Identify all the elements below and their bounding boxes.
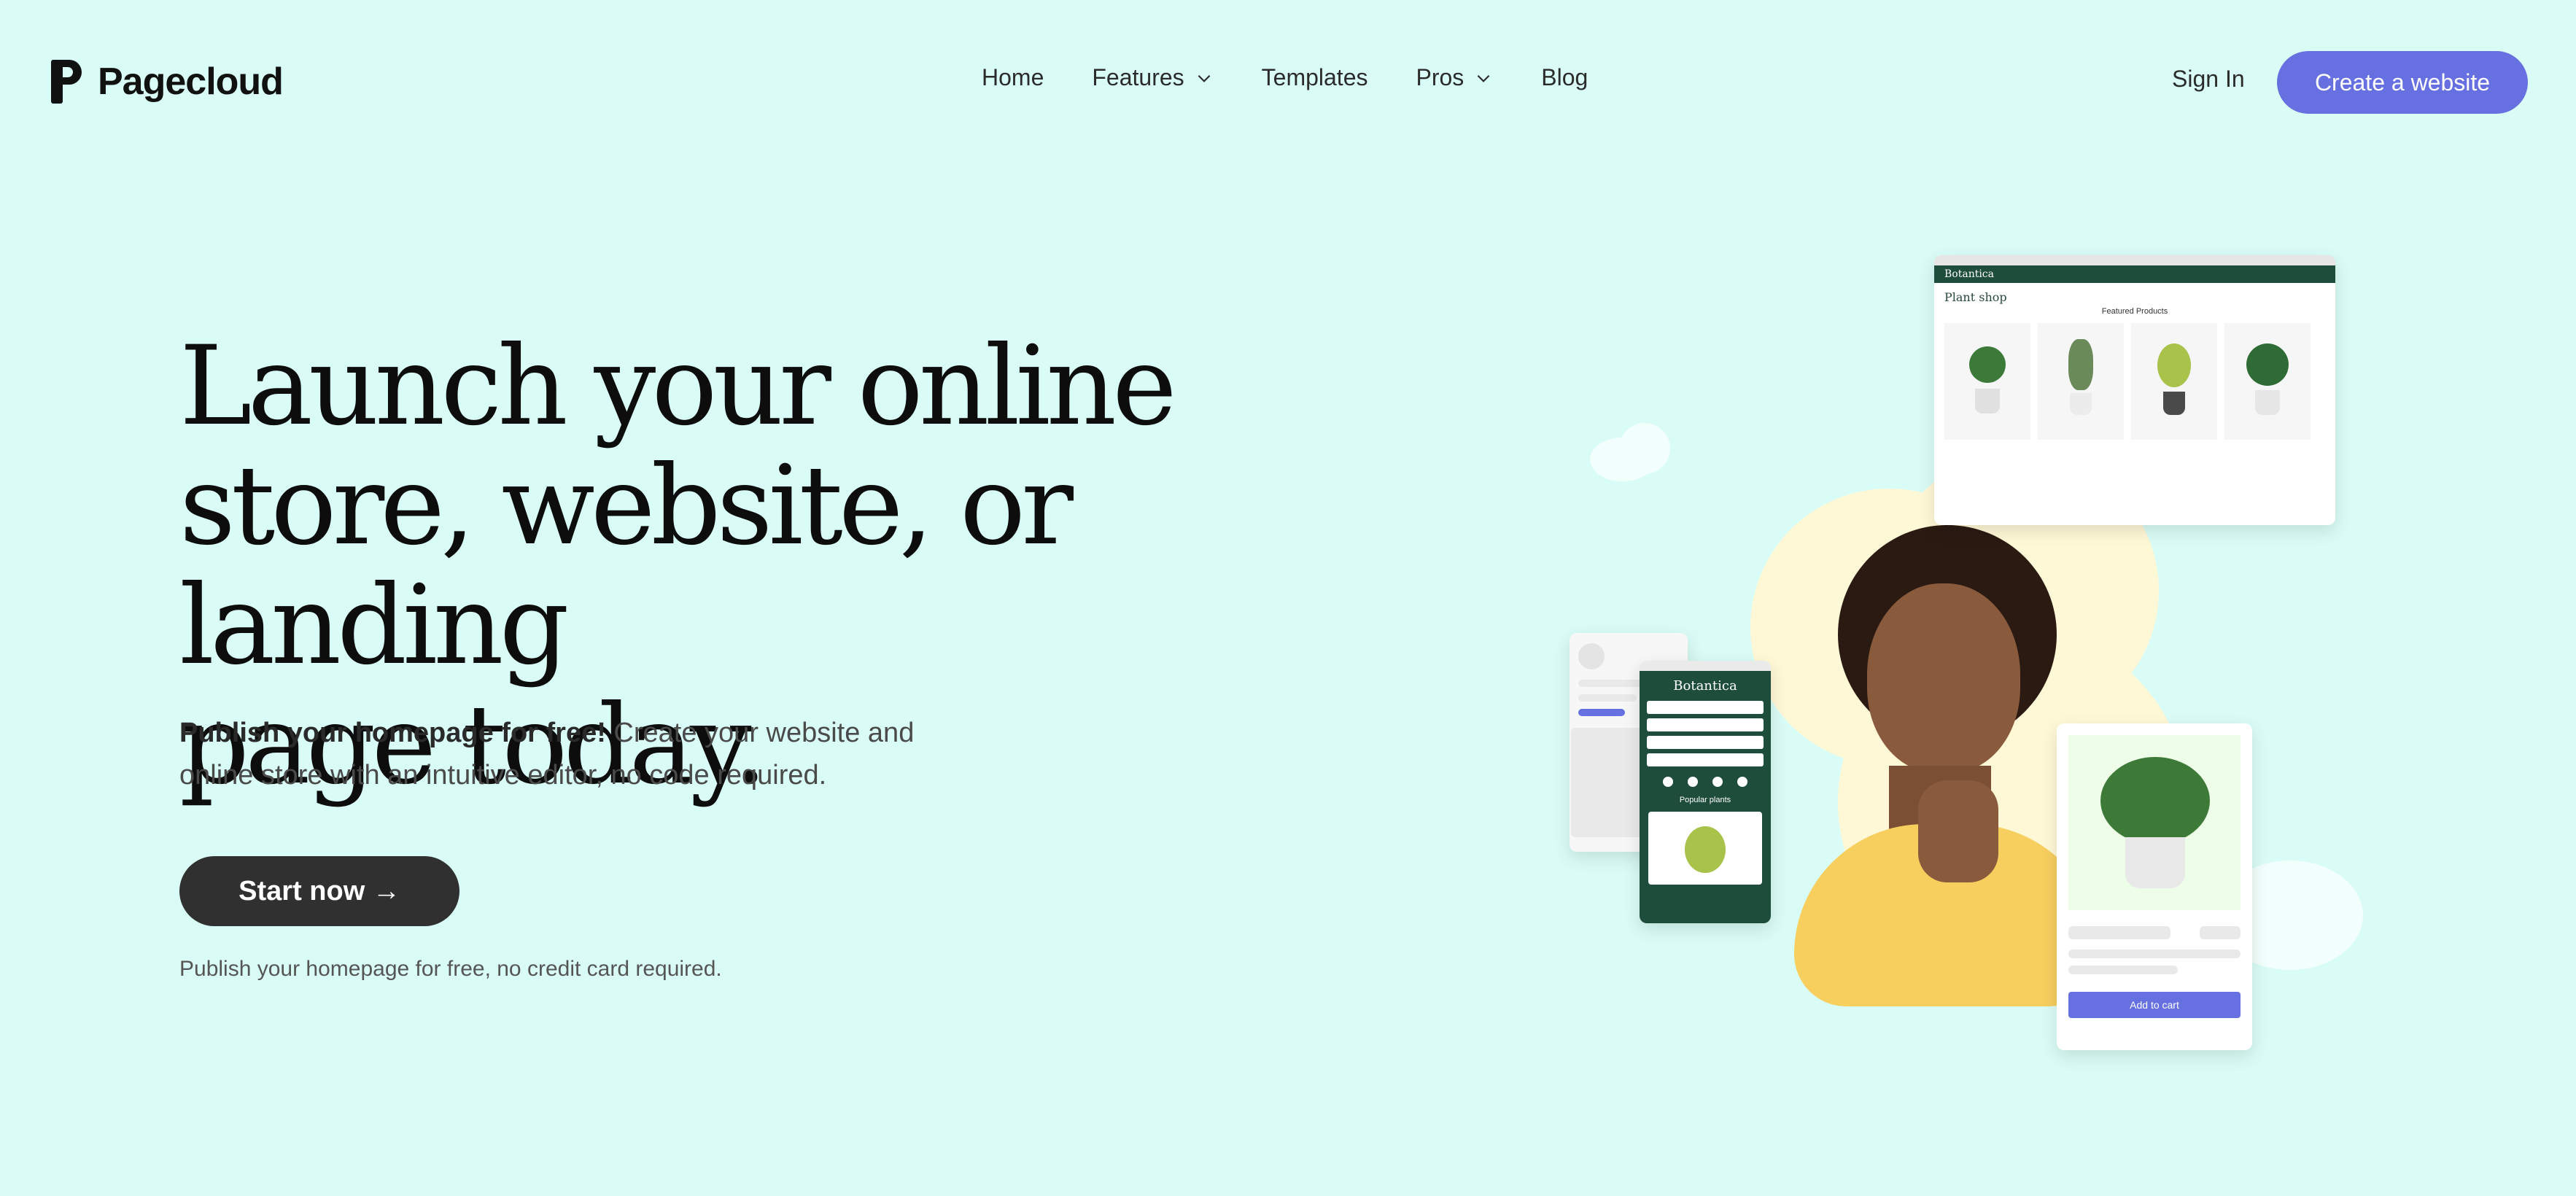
hero-subtitle-bold: Publish your homepage for free! (179, 718, 606, 748)
mobile-brand: Botantica (1673, 678, 1737, 694)
desktop-title: Plant shop (1944, 290, 2007, 304)
product-thumb (1944, 323, 2030, 440)
start-now-button[interactable]: Start now → (179, 856, 459, 926)
desktop-store-mockup: Botantica Plant shop Featured Products (1934, 255, 2335, 525)
nav-home-label: Home (982, 64, 1044, 90)
product-thumb (2224, 323, 2311, 440)
nav-pros-label: Pros (1416, 64, 1464, 90)
desktop-brand: Botantica (1944, 268, 1994, 280)
pagecloud-logo-icon (51, 60, 82, 104)
nav-features-label: Features (1092, 64, 1184, 90)
hero-subtitle: Publish your homepage for free! Create y… (179, 712, 982, 796)
nav-home[interactable]: Home (982, 64, 1044, 91)
nav-templates[interactable]: Templates (1262, 64, 1368, 91)
product-card-mockup: Add to cart (2057, 723, 2252, 1050)
mobile-section: Popular plants (1679, 796, 1731, 804)
hero-illustration: Botantica Plant shop Featured Products B… (1532, 248, 2378, 1094)
social-icon (1737, 777, 1747, 787)
nav-blog[interactable]: Blog (1541, 64, 1588, 91)
brand-logo[interactable]: Pagecloud (51, 60, 284, 104)
social-icon (1712, 777, 1723, 787)
product-thumb (2038, 323, 2124, 440)
nav-pros[interactable]: Pros (1416, 64, 1493, 91)
cloud-decoration (1619, 423, 1670, 474)
social-icon (1688, 777, 1698, 787)
chevron-down-icon (1198, 74, 1210, 82)
headline-line-2: store, website, or landing (179, 443, 1074, 689)
nav-blog-label: Blog (1541, 64, 1588, 90)
nav-templates-label: Templates (1261, 64, 1368, 90)
sign-in-link[interactable]: Sign In (2172, 66, 2245, 93)
desktop-section: Featured Products (2101, 307, 2168, 316)
product-thumb (2131, 323, 2217, 440)
nav-features[interactable]: Features (1092, 64, 1213, 91)
social-icon (1663, 777, 1673, 787)
woman-illustration (1794, 525, 2100, 1006)
create-website-button[interactable]: Create a website (2277, 51, 2528, 114)
main-nav: Home Features Templates Pros Blog (982, 64, 1588, 91)
add-to-cart-button: Add to cart (2068, 992, 2241, 1018)
mobile-store-mockup: Botantica Popular plants (1640, 661, 1771, 923)
hero-fineprint: Publish your homepage for free, no credi… (179, 957, 722, 981)
brand-name: Pagecloud (98, 61, 284, 103)
headline-line-1: Launch your online (179, 323, 1177, 450)
chevron-down-icon (1477, 74, 1490, 82)
